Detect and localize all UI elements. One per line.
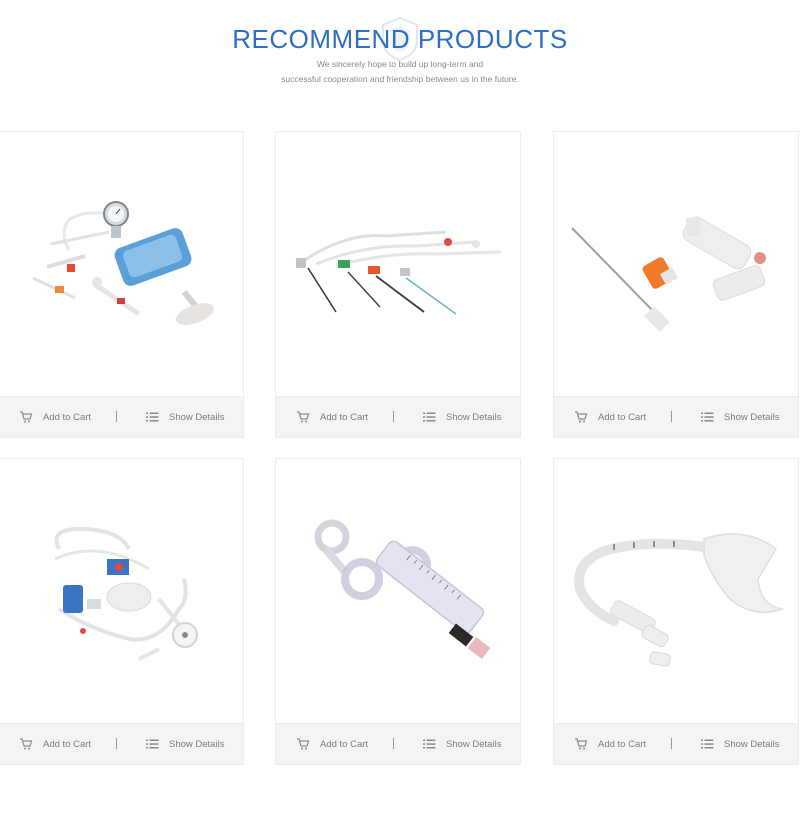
card-action-bar: Add to Cart Show Details <box>554 396 798 437</box>
show-details-button[interactable]: Show Details <box>422 724 501 764</box>
add-to-cart-label: Add to Cart <box>320 411 369 423</box>
divider <box>671 738 672 749</box>
add-to-cart-button[interactable]: Add to Cart <box>19 724 91 764</box>
list-icon <box>701 412 714 422</box>
add-to-cart-label: Add to Cart <box>598 411 647 423</box>
divider <box>393 411 394 422</box>
product-card-5[interactable]: Add to Cart Show Details <box>275 458 521 765</box>
cart-icon <box>297 411 310 423</box>
section-subtitle-line-1: We sincerely hope to build up long-term … <box>316 59 484 69</box>
add-to-cart-label: Add to Cart <box>43 738 92 750</box>
section-title: RECOMMEND PRODUCTS <box>232 24 568 54</box>
add-to-cart-button[interactable]: Add to Cart <box>574 397 646 437</box>
product-image[interactable] <box>554 132 798 397</box>
add-to-cart-button[interactable]: Add to Cart <box>296 724 368 764</box>
list-icon <box>423 412 436 422</box>
card-action-bar: Add to Cart Show Details <box>0 723 243 764</box>
section-header: RECOMMEND PRODUCTS We sincerely hope to … <box>0 0 800 110</box>
section-subtitle-line-2: successful cooperation and friendship be… <box>281 74 519 84</box>
cart-icon <box>20 411 33 423</box>
product-image[interactable] <box>0 132 243 397</box>
card-action-bar: Add to Cart Show Details <box>276 396 520 437</box>
product-image[interactable] <box>0 459 243 724</box>
card-action-bar: Add to Cart Show Details <box>554 723 798 764</box>
show-details-button[interactable]: Show Details <box>145 397 224 437</box>
add-to-cart-button[interactable]: Add to Cart <box>296 397 368 437</box>
card-action-bar: Add to Cart Show Details <box>0 396 243 437</box>
add-to-cart-label: Add to Cart <box>598 738 647 750</box>
add-to-cart-label: Add to Cart <box>43 411 92 423</box>
show-details-button[interactable]: Show Details <box>700 397 779 437</box>
add-to-cart-label: Add to Cart <box>320 738 369 750</box>
add-to-cart-button[interactable]: Add to Cart <box>19 397 91 437</box>
divider <box>393 738 394 749</box>
product-card-4[interactable]: Add to Cart Show Details <box>0 458 244 765</box>
cart-icon <box>297 738 310 750</box>
show-details-label: Show Details <box>724 738 780 750</box>
product-image[interactable] <box>554 459 798 724</box>
show-details-label: Show Details <box>446 411 502 423</box>
show-details-button[interactable]: Show Details <box>145 724 224 764</box>
divider <box>116 411 117 422</box>
product-image[interactable] <box>276 132 520 397</box>
show-details-button[interactable]: Show Details <box>422 397 501 437</box>
divider <box>116 738 117 749</box>
product-card-3[interactable]: Add to Cart Show Details <box>553 131 799 438</box>
product-card-1[interactable]: Add to Cart Show Details <box>0 131 244 438</box>
cart-icon <box>575 411 588 423</box>
list-icon <box>146 412 159 422</box>
product-card-6[interactable]: Add to Cart Show Details <box>553 458 799 765</box>
show-details-label: Show Details <box>169 411 225 423</box>
add-to-cart-button[interactable]: Add to Cart <box>574 724 646 764</box>
list-icon <box>423 739 436 749</box>
show-details-label: Show Details <box>169 738 225 750</box>
product-card-2[interactable]: Add to Cart Show Details <box>275 131 521 438</box>
cart-icon <box>575 738 588 750</box>
show-details-label: Show Details <box>724 411 780 423</box>
card-action-bar: Add to Cart Show Details <box>276 723 520 764</box>
show-details-label: Show Details <box>446 738 502 750</box>
cart-icon <box>20 738 33 750</box>
list-icon <box>146 739 159 749</box>
product-image[interactable] <box>276 459 520 724</box>
show-details-button[interactable]: Show Details <box>700 724 779 764</box>
divider <box>671 411 672 422</box>
list-icon <box>701 739 714 749</box>
